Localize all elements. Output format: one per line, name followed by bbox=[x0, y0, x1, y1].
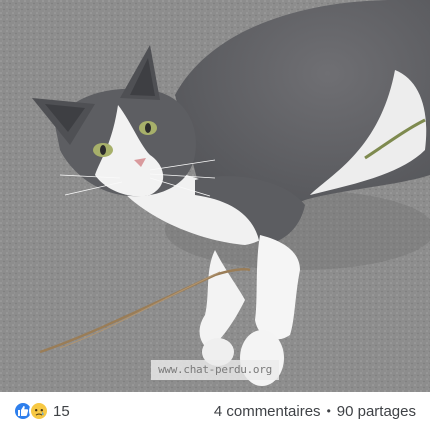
sad-icon bbox=[29, 401, 49, 421]
post-footer-bar: 15 4 commentaires • 90 partages bbox=[0, 392, 430, 430]
reactions-summary[interactable]: 15 bbox=[13, 401, 70, 421]
reaction-icons bbox=[13, 401, 49, 421]
cat-photo[interactable]: www.chat-perdu.org bbox=[0, 0, 430, 392]
separator-dot: • bbox=[326, 404, 331, 418]
engagement-meta: 4 commentaires • 90 partages bbox=[214, 403, 416, 420]
comments-link[interactable]: 4 commentaires bbox=[214, 403, 321, 420]
facebook-post: www.chat-perdu.org 15 4 commentaires • 9… bbox=[0, 0, 430, 430]
shares-link[interactable]: 90 partages bbox=[337, 403, 416, 420]
cat-photo-illustration bbox=[0, 0, 430, 392]
watermark-label: www.chat-perdu.org bbox=[151, 360, 279, 380]
reaction-count: 15 bbox=[53, 402, 70, 420]
